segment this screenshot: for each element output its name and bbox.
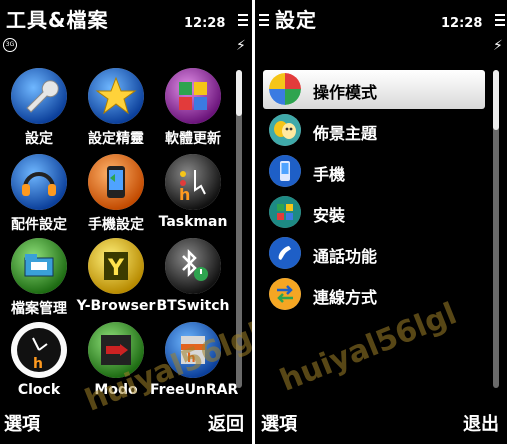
- app-accessory-settings[interactable]: 配件設定: [0, 154, 78, 238]
- network-status-icon: 3G: [3, 38, 17, 52]
- page-title: 設定: [275, 8, 317, 32]
- taskman-icon: h: [165, 154, 221, 210]
- settings-screen: 設定 12:28 ⚡ 操作模式 佈景主題 手機 安裝 通話功能 連線方式 hui…: [255, 0, 507, 444]
- page-title: 工具&檔案: [6, 8, 109, 32]
- y-browser-icon: Y: [88, 238, 144, 294]
- svg-text:h: h: [179, 185, 190, 204]
- file-manager-icon: [11, 238, 67, 294]
- softkey-bar: 選項 返回: [0, 412, 252, 436]
- settings-item-label: 操作模式: [313, 83, 378, 102]
- softkey-bar: 選項 退出: [255, 412, 507, 436]
- settings-item-label: 通話功能: [313, 247, 378, 266]
- app-phone-setup[interactable]: 手機設定: [77, 154, 155, 238]
- settings-item-installation[interactable]: 安裝: [263, 193, 485, 232]
- theme-mask-icon: [269, 114, 301, 146]
- headset-icon: [11, 154, 67, 210]
- app-file-manager[interactable]: 檔案管理: [0, 238, 78, 322]
- app-label: 設定: [25, 131, 53, 147]
- app-label: Clock: [17, 382, 61, 398]
- app-software-update[interactable]: 軟體更新: [154, 68, 232, 152]
- software-update-icon: [165, 68, 221, 124]
- settings-item-call[interactable]: 通話功能: [263, 234, 485, 273]
- settings-item-label: 佈景主題: [313, 124, 378, 143]
- charging-icon: ⚡: [236, 38, 246, 54]
- app-settings[interactable]: 設定: [0, 68, 78, 152]
- app-y-browser[interactable]: Y Y-Browser: [77, 238, 155, 322]
- scrollbar-thumb[interactable]: [493, 70, 499, 130]
- wrench-icon: [11, 68, 67, 124]
- svg-text:Y: Y: [107, 256, 125, 281]
- menu-icon[interactable]: [495, 14, 505, 29]
- operation-mode-icon: [269, 73, 301, 105]
- app-label: 軟體更新: [165, 131, 221, 147]
- settings-item-phone[interactable]: 手機: [263, 152, 485, 191]
- svg-text:h: h: [33, 356, 43, 372]
- bluetooth-switch-icon: [165, 238, 221, 294]
- exit-softkey[interactable]: 退出: [463, 410, 499, 436]
- app-label: Taskman: [158, 214, 228, 230]
- app-settings-wizard[interactable]: 設定精靈: [77, 68, 155, 152]
- settings-item-theme[interactable]: 佈景主題: [263, 111, 485, 150]
- connectivity-arrows-icon: [269, 278, 301, 310]
- app-label: 手機設定: [88, 217, 144, 233]
- app-label: BTSwitch: [156, 298, 230, 314]
- settings-list: 操作模式 佈景主題 手機 安裝 通話功能 連線方式: [263, 70, 485, 316]
- clock-icon: h: [11, 322, 67, 378]
- star-wizard-icon: [88, 68, 144, 124]
- app-label: 檔案管理: [11, 301, 67, 317]
- scrollbar[interactable]: [493, 70, 499, 388]
- options-softkey[interactable]: 選項: [261, 410, 297, 436]
- app-clock[interactable]: h Clock: [0, 322, 78, 406]
- mobile-phone-icon: [269, 155, 301, 187]
- menu-icon[interactable]: [259, 14, 269, 29]
- settings-item-label: 安裝: [313, 206, 346, 225]
- settings-item-operation-mode[interactable]: 操作模式: [263, 70, 485, 109]
- status-bar: 工具&檔案 12:28 3G ⚡: [0, 0, 252, 62]
- app-taskman[interactable]: h Taskman: [154, 154, 232, 238]
- tools-files-screen: 工具&檔案 12:28 3G ⚡ 設定 設定精靈 軟體更新 配件設定 手機設定 …: [0, 0, 252, 444]
- installation-icon: [269, 196, 301, 228]
- clock-time: 12:28: [184, 16, 226, 31]
- options-softkey[interactable]: 選項: [4, 410, 40, 436]
- clock-time: 12:28: [441, 16, 483, 31]
- charging-icon: ⚡: [493, 38, 503, 54]
- scrollbar-thumb[interactable]: [236, 70, 242, 116]
- menu-icon[interactable]: [238, 14, 248, 29]
- settings-item-label: 手機: [313, 165, 346, 184]
- app-label: 配件設定: [11, 217, 67, 233]
- app-btswitch[interactable]: BTSwitch: [154, 238, 232, 322]
- phone-setup-icon: [88, 154, 144, 210]
- back-softkey[interactable]: 返回: [208, 410, 244, 436]
- status-bar: 設定 12:28 ⚡: [255, 0, 507, 62]
- app-label: 設定精靈: [88, 131, 144, 147]
- settings-item-label: 連線方式: [313, 288, 378, 307]
- app-label: Y-Browser: [76, 298, 156, 314]
- call-handset-icon: [269, 237, 301, 269]
